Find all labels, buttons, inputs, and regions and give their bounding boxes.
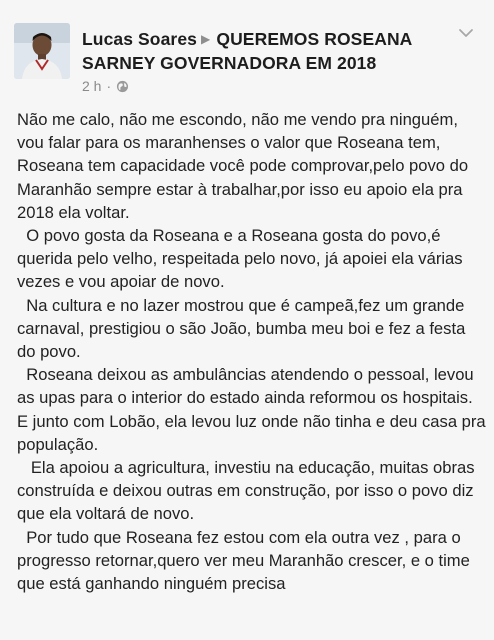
post-paragraph: Roseana deixou as ambulâncias atendendo …: [17, 365, 491, 454]
post-title: Lucas Soares ▶ QUEREMOS ROSEANA SARNEY GOV…: [82, 27, 442, 75]
chevron-down-icon[interactable]: [458, 25, 474, 41]
author-avatar[interactable]: [14, 23, 70, 79]
post-timestamp[interactable]: 2 h: [82, 78, 101, 94]
post-body: Não me calo, não me escondo, não me vend…: [17, 108, 487, 595]
post-paragraph: Ela apoiou a agricultura, investiu na ed…: [17, 458, 480, 524]
globe-icon[interactable]: [116, 80, 129, 93]
post-paragraph: Na cultura e no lazer mostrou que é camp…: [17, 295, 470, 362]
avatar-image: [14, 23, 70, 79]
meta-separator: ·: [106, 78, 112, 94]
share-arrow-icon: ▶: [201, 32, 211, 46]
post-paragraph: Por tudo que Roseana fez estou com ela o…: [17, 527, 475, 594]
facebook-post: Lucas Soares ▶ QUEREMOS ROSEANA SARNEY GOV…: [0, 0, 494, 640]
author-name[interactable]: Lucas Soares: [82, 29, 197, 49]
post-paragraph: Não me calo, não me escondo, não me vend…: [17, 110, 473, 222]
post-paragraph: O povo gosta da Roseana e a Roseana gost…: [17, 226, 468, 292]
post-meta: 2 h ·: [82, 78, 129, 94]
post-header: Lucas Soares ▶ QUEREMOS ROSEANA SARNEY GOV…: [0, 0, 494, 100]
